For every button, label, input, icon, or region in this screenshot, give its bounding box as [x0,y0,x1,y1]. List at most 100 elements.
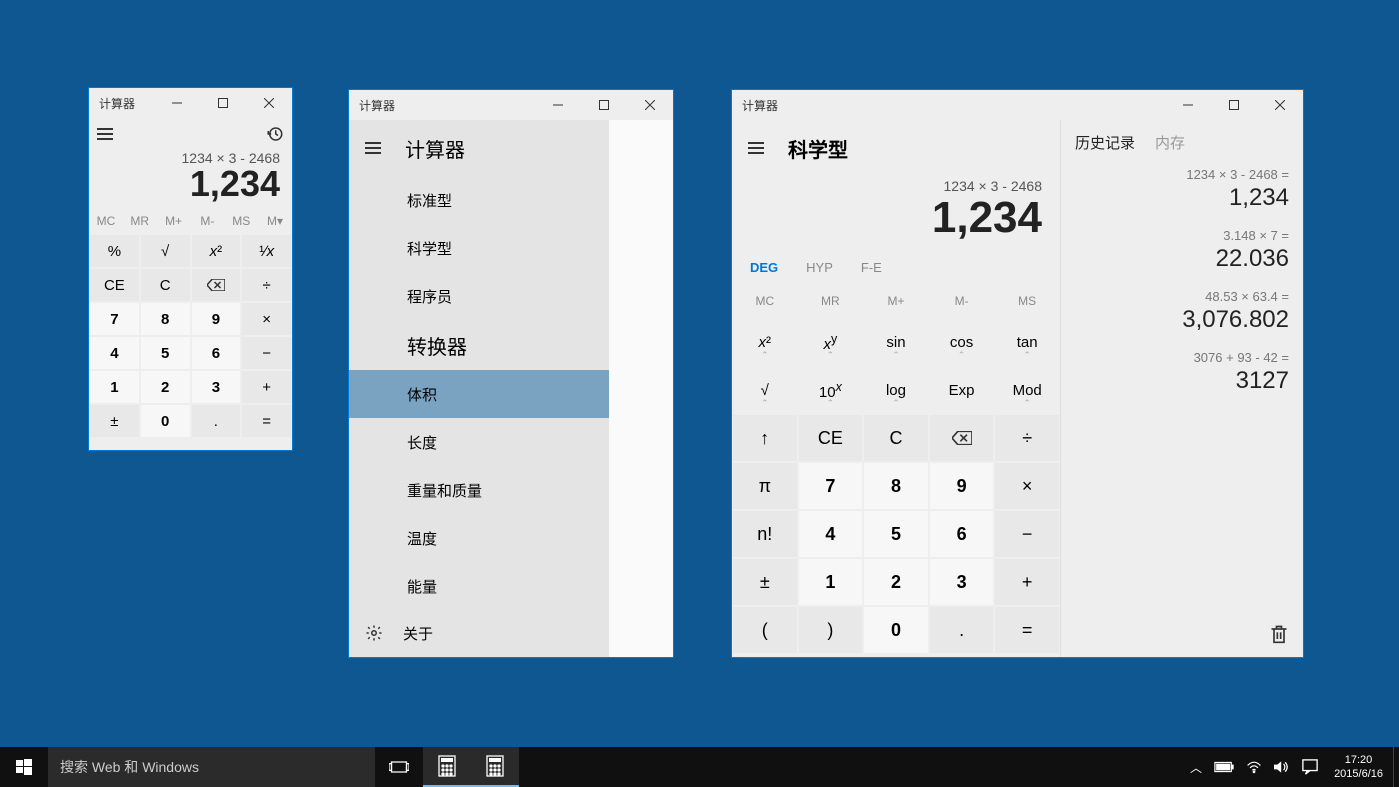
decimal-button[interactable]: . [929,606,995,654]
pi-button[interactable]: π [732,462,798,510]
minimize-button[interactable] [154,88,200,118]
maximize-button[interactable] [200,88,246,118]
trash-icon[interactable] [1269,623,1289,645]
sqrt-button[interactable]: √⌃ [732,366,798,414]
mem-mr[interactable]: MR [123,208,157,234]
digit-4[interactable]: 4 [89,336,140,370]
history-item[interactable]: 3076 + 93 - 42 = 3127 [1075,350,1289,395]
backspace-button[interactable] [929,414,995,462]
plus-button[interactable]: + [241,370,292,404]
digit-8[interactable]: 8 [140,302,191,336]
task-view-button[interactable] [375,747,423,787]
plusminus-button[interactable]: ± [89,404,140,438]
plusminus-button[interactable]: ± [732,558,798,606]
digit-9[interactable]: 9 [191,302,242,336]
digit-8[interactable]: 8 [863,462,929,510]
digit-7[interactable]: 7 [798,462,864,510]
ce-button[interactable]: CE [89,268,140,302]
mem-mdrop[interactable]: M▾ [258,208,292,234]
divide-button[interactable]: ÷ [994,414,1060,462]
titlebar[interactable]: 计算器 [732,90,1303,120]
taskbar-clock[interactable]: 17:20 2015/6/16 [1324,747,1393,787]
equals-button[interactable]: = [994,606,1060,654]
percent-button[interactable]: % [89,234,140,268]
menu-item-length[interactable]: 长度 [349,418,609,466]
menu-item-about[interactable]: 关于 [349,609,609,657]
minus-button[interactable]: − [994,510,1060,558]
history-icon[interactable] [266,125,284,143]
plus-button[interactable]: + [994,558,1060,606]
mem-mc[interactable]: MC [732,284,798,318]
mem-mc[interactable]: MC [89,208,123,234]
close-button[interactable] [246,88,292,118]
angle-deg[interactable]: DEG [750,260,778,275]
sqrt-button[interactable]: √ [140,234,191,268]
tray-chevron-icon[interactable]: ︿ [1190,759,1202,776]
history-item[interactable]: 48.53 × 63.4 = 3,076.802 [1075,289,1289,334]
menu-item-standard[interactable]: 标准型 [349,176,609,224]
digit-7[interactable]: 7 [89,302,140,336]
digit-0[interactable]: 0 [140,404,191,438]
mod-button[interactable]: Mod⌃ [994,366,1060,414]
close-button[interactable] [1257,90,1303,120]
history-item[interactable]: 3.148 × 7 = 22.036 [1075,228,1289,273]
ce-button[interactable]: CE [798,414,864,462]
mem-mplus[interactable]: M+ [863,284,929,318]
square-button[interactable]: x² [191,234,242,268]
hamburger-icon[interactable] [365,142,381,154]
show-desktop-button[interactable] [1393,747,1399,787]
minimize-button[interactable] [1165,90,1211,120]
digit-2[interactable]: 2 [140,370,191,404]
exp-button[interactable]: Exp [929,366,995,414]
c-button[interactable]: C [140,268,191,302]
backspace-button[interactable] [191,268,242,302]
menu-item-weight[interactable]: 重量和质量 [349,466,609,514]
divide-button[interactable]: ÷ [241,268,292,302]
menu-item-energy[interactable]: 能量 [349,562,609,610]
menu-item-volume[interactable]: 体积 [349,370,609,418]
tab-memory[interactable]: 内存 [1155,132,1185,153]
menu-item-programmer[interactable]: 程序员 [349,272,609,320]
multiply-button[interactable]: × [994,462,1060,510]
digit-0[interactable]: 0 [863,606,929,654]
minimize-button[interactable] [535,90,581,120]
lparen-button[interactable]: ( [732,606,798,654]
mem-ms[interactable]: MS [224,208,258,234]
digit-3[interactable]: 3 [191,370,242,404]
mem-mplus[interactable]: M+ [157,208,191,234]
start-button[interactable] [0,747,48,787]
digit-9[interactable]: 9 [929,462,995,510]
battery-icon[interactable] [1214,761,1234,773]
mem-mminus[interactable]: M- [929,284,995,318]
volume-icon[interactable] [1274,760,1290,774]
search-input[interactable]: 搜索 Web 和 Windows [48,747,375,787]
multiply-button[interactable]: × [241,302,292,336]
fe-toggle[interactable]: F-E [861,260,882,275]
minus-button[interactable]: − [241,336,292,370]
maximize-button[interactable] [1211,90,1257,120]
log-button[interactable]: log⌃ [863,366,929,414]
equals-button[interactable]: = [241,404,292,438]
decimal-button[interactable]: . [191,404,242,438]
rparen-button[interactable]: ) [798,606,864,654]
digit-5[interactable]: 5 [140,336,191,370]
mem-ms[interactable]: MS [994,284,1060,318]
taskbar-app-calculator[interactable] [423,747,471,787]
notifications-icon[interactable] [1302,759,1318,775]
hamburger-icon[interactable] [97,128,113,140]
sin-button[interactable]: sin⌃ [863,318,929,366]
digit-5[interactable]: 5 [863,510,929,558]
square-button[interactable]: x²⌃ [732,318,798,366]
digit-1[interactable]: 1 [798,558,864,606]
digit-6[interactable]: 6 [191,336,242,370]
factorial-button[interactable]: n! [732,510,798,558]
taskbar-app-calculator-2[interactable] [471,747,519,787]
angle-hyp[interactable]: HYP [806,260,833,275]
close-button[interactable] [627,90,673,120]
tenx-button[interactable]: 10x⌃ [798,366,864,414]
menu-item-temperature[interactable]: 温度 [349,514,609,562]
titlebar[interactable]: 计算器 [89,88,292,118]
tab-history[interactable]: 历史记录 [1075,132,1135,153]
hamburger-icon[interactable] [748,142,764,154]
maximize-button[interactable] [581,90,627,120]
